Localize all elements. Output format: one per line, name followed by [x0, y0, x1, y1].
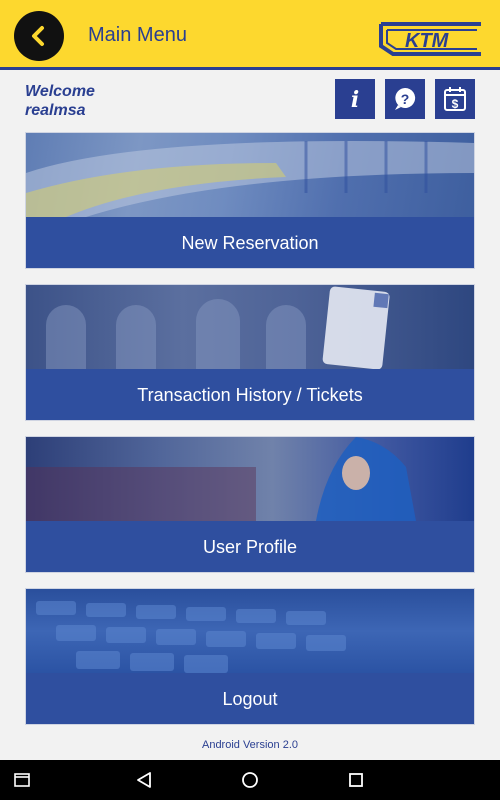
help-button[interactable]: ?: [385, 79, 425, 119]
nav-home-button[interactable]: [238, 768, 262, 792]
help-icon: ?: [395, 87, 416, 110]
svg-text:KTM: KTM: [405, 30, 450, 52]
new-reservation-label: New Reservation: [26, 217, 474, 268]
user-profile-label: User Profile: [26, 521, 474, 572]
info-icon: i: [351, 87, 359, 112]
svg-text:?: ?: [401, 91, 410, 107]
svg-text:$: $: [452, 97, 459, 111]
fare-calendar-icon: $: [444, 87, 466, 111]
passenger-photo: [26, 437, 474, 521]
welcome-greeting: Welcome: [25, 83, 95, 100]
nav-recents-button[interactable]: [344, 768, 368, 792]
nav-menu-button[interactable]: [10, 768, 34, 792]
app-version: Android Version 2.0: [201, 739, 298, 751]
system-nav-bar: [0, 760, 500, 800]
nav-recents-icon: [349, 773, 363, 787]
train-photo: [26, 133, 474, 217]
nav-back-button[interactable]: [132, 768, 156, 792]
logout-label: Logout: [26, 673, 474, 724]
back-arrow-icon: [32, 26, 44, 46]
username: realmsa: [25, 102, 86, 119]
ktm-logo: KTM: [379, 22, 481, 56]
user-profile-card[interactable]: User Profile: [25, 436, 475, 573]
transaction-history-card[interactable]: Transaction History / Tickets: [25, 284, 475, 421]
window-icon: [14, 773, 30, 787]
page-title: Main Menu: [88, 24, 187, 46]
fare-calendar-button[interactable]: $: [435, 79, 475, 119]
top-bar-divider: [0, 67, 500, 70]
nav-home-icon: [242, 772, 258, 788]
welcome-message: Welcome realmsa: [25, 82, 95, 120]
info-button[interactable]: i: [335, 79, 375, 119]
nav-back-icon: [137, 772, 151, 788]
keyboard-photo: [26, 589, 474, 673]
back-button[interactable]: [14, 11, 64, 61]
svg-text:i: i: [351, 87, 359, 112]
station-photo: [26, 285, 474, 370]
logout-card[interactable]: Logout: [25, 588, 475, 725]
new-reservation-card[interactable]: New Reservation: [25, 132, 475, 269]
transaction-history-label: Transaction History / Tickets: [26, 369, 474, 420]
